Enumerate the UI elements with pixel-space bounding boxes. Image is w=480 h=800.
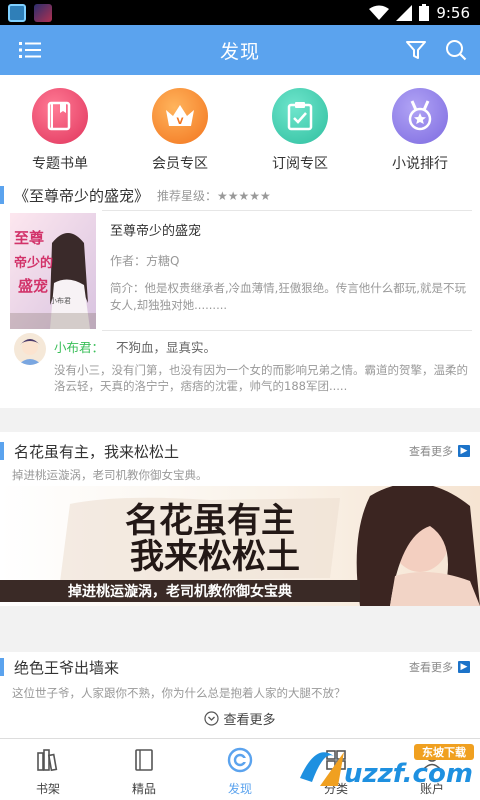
svg-text:V: V — [177, 117, 184, 127]
tab-bookshelf[interactable]: 书架 — [0, 739, 96, 800]
review-user[interactable]: 小布君： — [54, 337, 104, 356]
page-title: 发现 — [219, 40, 260, 63]
book-icon — [131, 747, 157, 773]
category-subscription-zone[interactable]: 订阅专区 — [245, 88, 355, 173]
view-more-label: 查看更多 — [409, 445, 453, 458]
cover-title-line3: 盛宠 — [18, 277, 48, 295]
review-body: 没有小三，没有门第，也没有因为一个女的而影响兄弟之情。霸道的贺擎，温柔的洛云轻，… — [54, 363, 468, 393]
book-description: 简介：他是权贵继承者,冷血薄情,狂傲狠绝。传言他什么都玩,就是不玩女人,却独独对… — [110, 281, 466, 312]
status-bar: 9:56 — [0, 0, 480, 25]
watermark-sub: 东坡下载 — [422, 745, 466, 759]
section-title[interactable]: 《至尊帝少的盛宠》 推荐星级：★★★★★ — [0, 186, 271, 205]
chevron-right-icon: ▶ — [458, 445, 470, 457]
book-author: 作者：方糖Q — [110, 254, 180, 268]
banner-tagline: 掉进桃运漩涡，老司机教你御女宝典 — [68, 583, 292, 600]
promo-banner[interactable]: 名花虽有主 我来松松土 掉进桃运漩涡，老司机教你御女宝典 — [0, 486, 480, 606]
tab-discover[interactable]: 发现 — [192, 739, 288, 800]
filter-button[interactable] — [404, 38, 428, 62]
clipboard-check-icon — [272, 88, 328, 144]
category-label: 会员专区 — [152, 156, 208, 172]
section-header: 绝色王爷出墙来 查看更多 ▶ — [0, 652, 480, 682]
section-title[interactable]: 名花虽有主，我来松松土 — [0, 442, 179, 461]
watermark-text: uzzf.com — [344, 759, 473, 789]
bookshelf-icon — [35, 747, 61, 773]
tab-premium[interactable]: 精品 — [96, 739, 192, 800]
cover-title-line2: 帝少的 — [14, 255, 53, 271]
cover-title-line1: 至尊 — [14, 229, 44, 247]
book-cover[interactable]: 至尊 帝少的 盛宠 小布君 — [10, 213, 96, 329]
category-novel-ranking[interactable]: 小说排行 — [365, 88, 475, 173]
notification-game-icon — [34, 3, 52, 22]
search-icon — [446, 40, 467, 61]
avatar — [14, 333, 46, 365]
discover-icon — [227, 747, 253, 773]
wifi-icon — [369, 5, 390, 20]
banner-line1: 名花虽有主 — [125, 501, 295, 541]
review-headline: 不狗血，显真实。 — [116, 340, 217, 355]
view-more-button[interactable]: 查看更多 — [0, 704, 480, 732]
category-topic-booklist[interactable]: 专题书单 — [5, 88, 115, 173]
section-subtitle: 掉进桃运漩涡，老司机教你御女宝典。 — [12, 468, 208, 482]
booklist-section: 名花虽有主，我来松松土 查看更多 ▶ 掉进桃运漩涡，老司机教你御女宝典。 名花虽… — [0, 432, 480, 606]
book-item[interactable]: 至尊 帝少的 盛宠 小布君 至尊帝少的盛宠 作者：方糖Q 简介：他是权贵继承者,… — [0, 210, 480, 329]
book-title: 至尊帝少的盛宠 — [110, 224, 202, 239]
notification-app-icon — [8, 3, 26, 22]
clock: 9:56 — [436, 3, 470, 22]
category-label: 小说排行 — [392, 156, 448, 172]
menu-button[interactable] — [18, 38, 42, 62]
tab-label: 书架 — [35, 782, 60, 796]
section-title[interactable]: 绝色王爷出墙来 — [0, 658, 119, 677]
medal-icon — [392, 88, 448, 144]
book-review: 小布君： 不狗血，显真实。 没有小三，没有门第，也没有因为一个女的而影响兄弟之情… — [0, 330, 480, 400]
signal-icon — [396, 4, 413, 21]
category-member-zone[interactable]: V 会员专区 — [125, 88, 235, 173]
chevron-down-circle-icon — [204, 710, 220, 726]
view-more-link[interactable]: 查看更多 ▶ — [409, 659, 470, 675]
section-subtitle: 这位世子爷，人家跟你不熟，你为什么总是抱着人家的大腿不放？ — [12, 686, 346, 700]
book-icon — [32, 88, 88, 144]
crown-icon: V — [152, 88, 208, 144]
view-more-text: 查看更多 — [223, 712, 276, 728]
view-more-link[interactable]: 查看更多 ▶ — [409, 443, 470, 459]
tab-label: 发现 — [227, 782, 252, 796]
cover-author: 小布君 — [50, 296, 71, 305]
booklist-section: 绝色王爷出墙来 查看更多 ▶ 这位世子爷，人家跟你不熟，你为什么总是抱着人家的大… — [0, 652, 480, 738]
banner-line2: 我来松松土 — [130, 537, 300, 577]
category-label: 专题书单 — [32, 156, 88, 172]
tab-label: 精品 — [131, 782, 156, 796]
filter-icon — [406, 41, 426, 59]
category-label: 订阅专区 — [272, 156, 328, 172]
category-row: 专题书单 V 会员专区 订阅专区 小说排行 — [0, 75, 480, 180]
watermark: 东坡下载 uzzf.com — [298, 738, 478, 790]
section-header: 《至尊帝少的盛宠》 推荐星级：★★★★★ — [0, 180, 480, 210]
top-bar: 发现 — [0, 25, 480, 75]
rating-label: 推荐星级：★★★★★ — [157, 188, 271, 203]
featured-book-section: 《至尊帝少的盛宠》 推荐星级：★★★★★ 至尊 帝少的 盛宠 小布君 至尊帝少的… — [0, 180, 480, 408]
chevron-right-icon: ▶ — [458, 661, 470, 673]
menu-icon — [19, 42, 41, 58]
view-more-label: 查看更多 — [409, 661, 453, 674]
battery-icon — [419, 4, 430, 21]
search-button[interactable] — [444, 38, 468, 62]
